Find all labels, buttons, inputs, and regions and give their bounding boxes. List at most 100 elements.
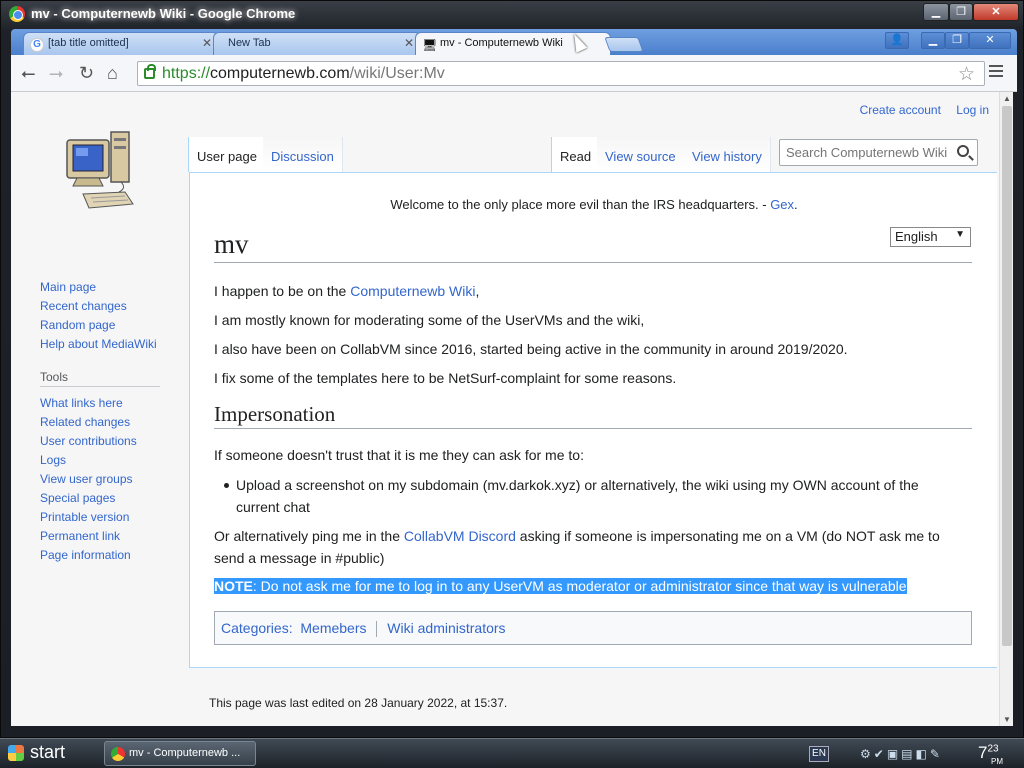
tab-label: View source: [605, 149, 676, 164]
tool-permanent-link[interactable]: Permanent link: [40, 527, 137, 546]
vertical-scrollbar[interactable]: ▲ ▼: [999, 92, 1013, 726]
url-text[interactable]: https://computernewb.com/wiki/User:Mv: [162, 65, 445, 83]
paragraph-text: ,: [475, 283, 480, 299]
close-tab-icon[interactable]: ✕: [202, 36, 212, 50]
tab-label: View history: [692, 149, 762, 164]
tab-label: mv - Computernewb Wiki: [440, 37, 563, 49]
site-notice-link[interactable]: Gex: [770, 197, 794, 212]
tool-what-links-here[interactable]: What links here: [40, 394, 137, 413]
inner-minimize-button[interactable]: ▁: [921, 32, 945, 49]
reload-icon[interactable]: ↻: [79, 63, 94, 83]
nav-random-page[interactable]: Random page: [40, 316, 157, 335]
taskbar: start mv - Computernewb ... EN ⚙✔▣▤◧✎ 72…: [0, 738, 1024, 768]
tools-navigation: What links here Related changes User con…: [40, 394, 137, 565]
close-button[interactable]: ✕: [973, 3, 1019, 21]
computernewb-wiki-link[interactable]: Computernewb Wiki: [350, 283, 475, 299]
new-tab-button[interactable]: [604, 37, 644, 52]
site-notice-end: .: [794, 197, 798, 212]
tool-logs[interactable]: Logs: [40, 451, 137, 470]
tool-page-information[interactable]: Page information: [40, 546, 137, 565]
scroll-up-icon[interactable]: ▲: [1003, 94, 1011, 103]
user-profile-icon[interactable]: 👤: [885, 32, 909, 49]
tool-special-pages[interactable]: Special pages: [40, 489, 137, 508]
tab-view-history[interactable]: View history: [684, 137, 771, 172]
bookmark-star-icon[interactable]: ☆: [958, 63, 975, 86]
page-viewport[interactable]: Create account Log in Main page Recent c…: [11, 92, 1013, 726]
note-paragraph: NOTE: Do not ask me for me to log in to …: [214, 575, 974, 597]
tool-view-user-groups[interactable]: View user groups: [40, 470, 137, 489]
personal-tools: Create account Log in: [848, 103, 989, 117]
tab-label: [tab title omitted]: [48, 37, 129, 49]
category-wiki-administrators[interactable]: Wiki administrators: [387, 620, 505, 636]
language-select[interactable]: English ▼: [890, 227, 971, 247]
title-bar[interactable]: mv - Computernewb Wiki - Google Chrome ▁…: [1, 1, 1024, 27]
tab-label: New Tab: [228, 37, 271, 49]
paragraph-text: Or alternatively ping me in the: [214, 528, 404, 544]
home-icon[interactable]: ⌂: [107, 63, 118, 83]
category-memebers[interactable]: Memebers: [300, 620, 366, 636]
footer-last-edited: This page was last edited on 28 January …: [209, 696, 508, 710]
tab-new-tab[interactable]: New Tab ✕: [213, 32, 421, 55]
minimize-button[interactable]: ▁: [923, 3, 949, 21]
tab-label: Discussion: [271, 149, 334, 164]
search-input[interactable]: [780, 140, 952, 165]
scrollbar-thumb[interactable]: [1002, 106, 1012, 646]
categories-label[interactable]: Categories:: [221, 620, 293, 636]
site-icon: 🖥: [422, 38, 438, 52]
browser-toolbar: ⭠ ⭢ ↻ ⌂ https://computernewb.com/wiki/Us…: [11, 55, 1017, 92]
url-path: /wiki/User:Mv: [349, 65, 445, 82]
search-box[interactable]: [779, 139, 978, 166]
tools-heading: Tools: [40, 370, 160, 387]
clock-ampm: PM: [991, 757, 1003, 766]
log-in-link[interactable]: Log in: [956, 103, 989, 117]
inner-close-button[interactable]: ✕: [969, 32, 1011, 49]
chrome-icon: [9, 6, 25, 22]
search-icon[interactable]: [957, 145, 969, 157]
tab-strip: G [tab title omitted] ✕ New Tab ✕ 🖥 mv -…: [11, 29, 1017, 56]
maximize-button[interactable]: ❐: [949, 3, 973, 21]
system-tray-icons[interactable]: ⚙✔▣▤◧✎: [860, 747, 943, 761]
nav-recent-changes[interactable]: Recent changes: [40, 297, 157, 316]
page-title: mv: [214, 229, 972, 263]
close-tab-icon[interactable]: ✕: [404, 36, 414, 50]
category-links: Categories: Memebers Wiki administrators: [214, 611, 972, 645]
collabvm-discord-link[interactable]: CollabVM Discord: [404, 528, 516, 544]
nav-help[interactable]: Help about MediaWiki: [40, 335, 157, 354]
list-item: Upload a screenshot on my subdomain (mv.…: [224, 474, 956, 518]
tab-discussion[interactable]: Discussion: [263, 137, 343, 172]
tab-view-source[interactable]: View source: [597, 137, 685, 172]
tool-user-contributions[interactable]: User contributions: [40, 432, 137, 451]
clock[interactable]: 723 PM: [978, 743, 1003, 766]
tab-user-page[interactable]: User page: [188, 137, 266, 172]
menu-icon[interactable]: [989, 65, 1003, 79]
paragraph: I happen to be on the Computernewb Wiki,: [214, 280, 974, 302]
back-icon[interactable]: ⭠: [21, 63, 35, 83]
wiki-logo[interactable]: [63, 128, 139, 214]
start-button[interactable]: start: [0, 740, 88, 767]
tab-omitted-title[interactable]: G [tab title omitted] ✕: [23, 32, 219, 55]
scroll-down-icon[interactable]: ▼: [1003, 715, 1011, 724]
lock-icon: [144, 64, 156, 79]
taskbar-item-chrome[interactable]: mv - Computernewb ...: [104, 741, 256, 766]
paragraph: I am mostly known for moderating some of…: [214, 312, 645, 328]
section-heading: Impersonation: [214, 402, 972, 429]
tool-related-changes[interactable]: Related changes: [40, 413, 137, 432]
paragraph: I also have been on CollabVM since 2016,…: [214, 341, 848, 357]
create-account-link[interactable]: Create account: [860, 103, 941, 117]
tool-printable-version[interactable]: Printable version: [40, 508, 137, 527]
dropdown-arrow-icon: ▼: [955, 229, 965, 240]
chrome-icon: [111, 747, 125, 761]
windows-logo-icon: [8, 745, 24, 761]
url-host: computernewb.com: [210, 65, 350, 82]
note-label: NOTE: [214, 578, 253, 594]
url-scheme: https://: [162, 65, 211, 82]
tab-read[interactable]: Read: [551, 137, 601, 172]
address-bar[interactable]: https://computernewb.com/wiki/User:Mv ☆: [137, 61, 985, 86]
window-title: mv - Computernewb Wiki - Google Chrome: [31, 6, 296, 21]
page-content: Welcome to the only place more evil than…: [189, 172, 997, 668]
forward-icon[interactable]: ⭢: [49, 63, 63, 83]
inner-restore-button[interactable]: ❐: [945, 32, 969, 49]
google-icon: G: [30, 38, 44, 52]
nav-main-page[interactable]: Main page: [40, 278, 157, 297]
language-indicator[interactable]: EN: [809, 746, 829, 762]
